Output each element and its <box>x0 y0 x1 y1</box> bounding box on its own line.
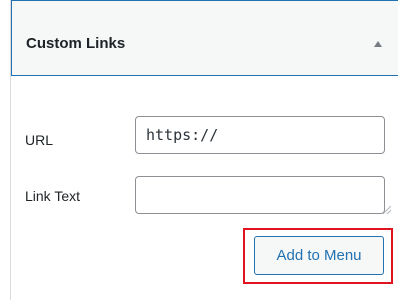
custom-links-panel: Custom Links URL Link Text Add to Menu <box>10 0 398 300</box>
panel-body: URL Link Text Add to Menu <box>11 76 398 300</box>
url-label: URL <box>25 132 54 148</box>
triangle-up-icon[interactable] <box>374 41 382 47</box>
panel-title: Custom Links <box>26 35 126 52</box>
url-input[interactable] <box>135 116 385 154</box>
resize-grip-icon <box>383 206 391 214</box>
panel-header[interactable]: Custom Links <box>11 0 398 76</box>
add-to-menu-button[interactable]: Add to Menu <box>254 236 384 275</box>
link-text-label: Link Text <box>25 188 80 204</box>
link-text-input[interactable] <box>135 176 385 214</box>
